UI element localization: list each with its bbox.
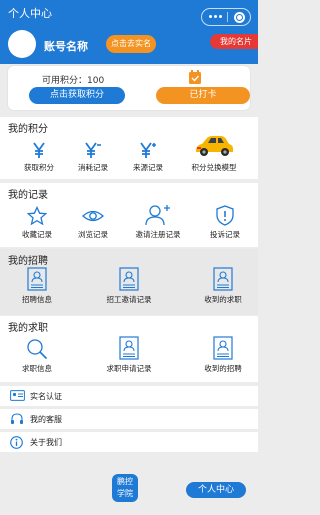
points-balance: 可用积分：100 (42, 76, 105, 86)
item-label: 求职信息 (22, 364, 52, 373)
points-exchange-item[interactable]: 积分兑换模型 (184, 133, 244, 173)
id-card-icon (10, 390, 25, 401)
received-applications-item[interactable]: 收到的求职 (196, 267, 250, 305)
document-person-icon (119, 267, 139, 291)
item-label: 收藏记录 (22, 230, 52, 239)
section-title: 我的求职 (8, 323, 48, 334)
section-title: 我的记录 (8, 190, 48, 201)
jobseek-info-item[interactable]: 求职信息 (14, 338, 60, 374)
get-points-button[interactable]: 点击获取积分 (29, 87, 125, 104)
section-title: 我的招聘 (8, 256, 48, 267)
hire-invite-record-item[interactable]: 招工邀请记录 (98, 267, 160, 305)
favorites-item[interactable]: 收藏记录 (14, 206, 60, 240)
item-label: 消耗记录 (78, 163, 108, 172)
browse-record-item[interactable]: 浏览记录 (70, 206, 116, 240)
source-record-item[interactable]: 来源记录 (127, 141, 169, 173)
miniprogram-capsule[interactable] (201, 8, 251, 26)
jobseek-section: 我的求职 求职信息 求职申请记录 收到的招聘 (0, 316, 258, 382)
records-section: 我的记录 收藏记录 浏览记录 邀请注册记录 投诉记录 (0, 183, 258, 247)
star-icon (27, 206, 47, 226)
my-card-button[interactable]: 我的名片 (210, 34, 258, 49)
item-label: 投诉记录 (210, 230, 240, 239)
item-label: 求职申请记录 (106, 364, 152, 373)
car-icon (196, 136, 233, 156)
list-item-about-us[interactable]: 关于我们 (0, 432, 258, 452)
yen-minus-icon (85, 142, 101, 158)
personal-center-button[interactable]: 个人中心 (186, 482, 246, 498)
document-person-icon (213, 267, 233, 291)
document-person-icon (213, 336, 233, 360)
close-target-icon[interactable] (234, 12, 245, 23)
info-icon (10, 436, 23, 449)
recruit-section: 我的招聘 招聘信息 招工邀请记录 收到的求职 (0, 249, 258, 315)
academy-line-1: 鹏控 (117, 477, 133, 486)
list-item-label: 实名认证 (30, 392, 62, 401)
avatar[interactable] (8, 30, 36, 58)
document-person-icon (119, 336, 139, 360)
list-item-label: 我的客服 (30, 415, 62, 424)
headset-icon (11, 413, 23, 424)
item-label: 邀请注册记录 (135, 230, 181, 239)
item-label: 收到的招聘 (204, 364, 242, 373)
complaint-record-item[interactable]: 投诉记录 (202, 205, 248, 240)
yen-plus-icon (140, 142, 156, 158)
nav-title: 个人中心 (8, 7, 52, 20)
yen-icon (33, 142, 45, 158)
points-card: 可用积分：100 点击获取积分 已打卡 (8, 66, 250, 110)
consume-record-item[interactable]: 消耗记录 (72, 141, 114, 173)
username: 账号名称 (44, 40, 88, 53)
item-label: 招工邀请记录 (106, 295, 152, 304)
search-icon (27, 339, 48, 360)
more-icon[interactable] (209, 15, 225, 19)
item-label: 获取积分 (24, 163, 54, 172)
list-item-label: 关于我们 (30, 438, 62, 447)
shield-alert-icon (216, 205, 234, 226)
eye-icon (82, 210, 104, 222)
item-label: 收到的求职 (204, 295, 242, 304)
item-label: 来源记录 (133, 163, 163, 172)
received-offers-item[interactable]: 收到的招聘 (196, 336, 250, 374)
item-label: 招聘信息 (22, 295, 52, 304)
add-user-icon (145, 205, 170, 226)
section-title: 我的积分 (8, 124, 48, 135)
recruit-info-item[interactable]: 招聘信息 (14, 267, 60, 305)
document-person-icon (27, 267, 47, 291)
apply-record-item[interactable]: 求职申请记录 (98, 336, 160, 374)
capsule-divider (227, 12, 228, 22)
points-section: 我的积分 获取积分 消耗记录 来源记录 积分兑换模型 (0, 117, 258, 179)
verify-button[interactable]: 点击去实名 (106, 35, 156, 53)
checkin-icon (189, 70, 201, 84)
item-label: 浏览记录 (78, 230, 108, 239)
item-label: 积分兑换模型 (191, 163, 237, 172)
academy-button[interactable]: 鹏控 学院 (112, 474, 138, 502)
academy-line-2: 学院 (117, 489, 133, 498)
get-points-item[interactable]: 获取积分 (18, 141, 60, 173)
invite-record-item[interactable]: 邀请注册记录 (128, 204, 188, 240)
checkin-button[interactable]: 已打卡 (156, 87, 250, 104)
list-item-customer-service[interactable]: 我的客服 (0, 409, 258, 429)
list-item-real-name[interactable]: 实名认证 (0, 386, 258, 406)
